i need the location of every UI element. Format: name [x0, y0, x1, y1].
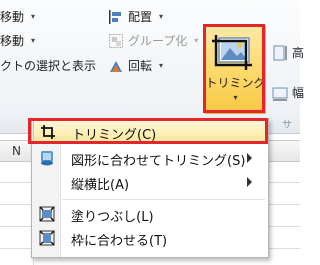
shape-height-icon — [273, 45, 287, 60]
fill-icon — [39, 206, 55, 222]
group-icon — [109, 33, 123, 48]
rotate-icon — [110, 60, 122, 72]
align-icon — [109, 9, 121, 24]
width-label: 幅 — [292, 86, 305, 100]
chevron-down-icon: ▾ — [159, 12, 164, 21]
group-label: グループ化 — [128, 34, 188, 48]
menu-item-label: 枠に合わせる(T) — [71, 234, 168, 249]
selection-pane-button[interactable]: クトの選択と表示 — [0, 57, 96, 74]
selection-pane-label: クトの選択と表示 — [0, 59, 97, 73]
height-field[interactable]: 高 — [272, 44, 304, 61]
chevron-down-icon: ▾ — [233, 93, 238, 102]
menu-item-fit[interactable]: 枠に合わせる(T) — [33, 227, 266, 249]
chevron-down-icon: ▾ — [194, 36, 199, 45]
submenu-arrow-icon — [247, 153, 252, 163]
menu-item-aspect-ratio[interactable]: 縦横比(A) — [33, 171, 266, 193]
align-button[interactable]: 配置 ▾ — [108, 8, 163, 25]
menu-item-crop-to-shape[interactable]: 図形に合わせてトリミング(S) — [33, 147, 266, 169]
height-label: 高 — [292, 46, 305, 60]
submenu-arrow-icon — [247, 177, 252, 187]
menu-item-label: 縦横比(A) — [71, 178, 130, 193]
send-backward-button[interactable]: 移動 ▾ — [0, 32, 35, 49]
menu-item-fill[interactable]: 塗りつぶし(L) — [33, 203, 266, 225]
align-label: 配置 — [128, 10, 153, 24]
group-button[interactable]: グループ化 ▾ — [108, 32, 198, 49]
menu-separator — [62, 199, 265, 200]
chevron-down-icon: ▾ — [31, 36, 36, 45]
crop-icon — [41, 125, 55, 139]
crop-picture-icon — [212, 35, 252, 70]
menu-item-label: 図形に合わせてトリミング(S) — [71, 154, 246, 169]
bring-forward-label: 移動 — [0, 10, 25, 24]
chevron-down-icon: ▾ — [159, 61, 164, 70]
crop-button-label: トリミング — [205, 76, 266, 90]
width-field[interactable]: 幅 — [272, 84, 304, 101]
menu-item-label: 塗りつぶし(L) — [71, 210, 154, 225]
rotate-button[interactable]: 回転 ▾ — [108, 57, 163, 74]
ribbon: 移動 ▾ 移動 ▾ クトの選択と表示 配置 ▾ グループ化 ▾ 回転 ▾ トリミ… — [0, 0, 304, 134]
group-label-tail: サ — [282, 120, 292, 131]
rotate-label: 回転 — [128, 59, 153, 73]
crop-to-shape-icon — [41, 151, 53, 166]
shape-width-icon — [272, 87, 288, 100]
fit-icon — [39, 230, 55, 246]
chevron-down-icon: ▾ — [31, 12, 36, 21]
menu-item-label: トリミング(C) — [72, 128, 157, 143]
bring-forward-button[interactable]: 移動 ▾ — [0, 8, 35, 25]
send-backward-label: 移動 — [0, 34, 25, 48]
crop-dropdown-menu: トリミング(C) 図形に合わせてトリミング(S) 縦横比(A) 塗りつぶし(L)… — [31, 118, 269, 258]
column-header-n[interactable]: N — [0, 141, 34, 161]
menu-item-crop[interactable]: トリミング(C) — [33, 120, 266, 143]
